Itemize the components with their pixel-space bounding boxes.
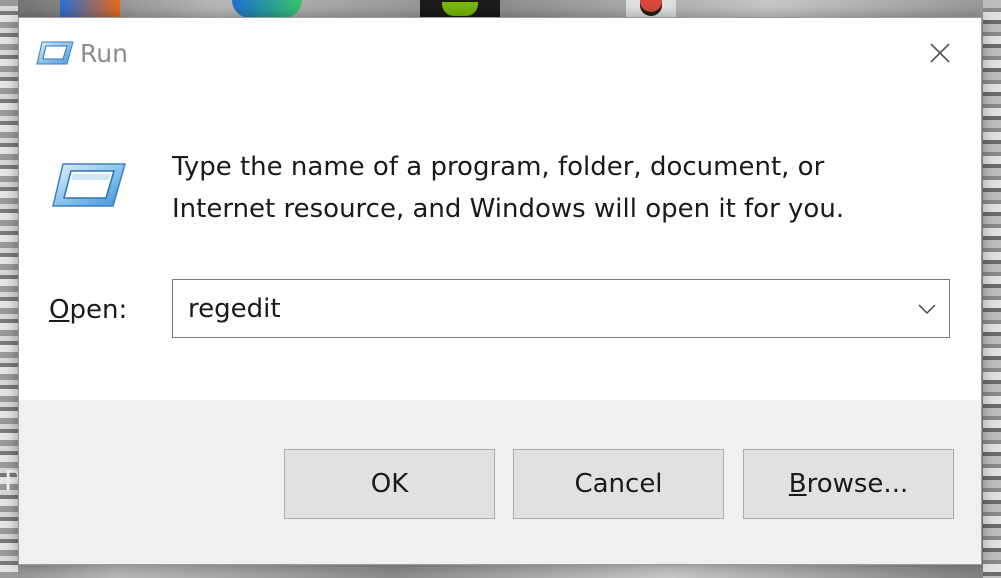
run-dialog: Run Type the name of a program, folder, … xyxy=(18,17,982,565)
browse-button-accelerator: B xyxy=(788,469,807,499)
window-title: Run xyxy=(80,39,128,68)
instruction-text: Type the name of a program, folder, docu… xyxy=(172,146,932,230)
button-bar: OK Cancel Browse... xyxy=(19,400,981,564)
ok-button[interactable]: OK xyxy=(284,449,495,519)
chevron-down-icon xyxy=(918,303,936,314)
ok-button-label: OK xyxy=(370,469,409,499)
desktop-background-right xyxy=(983,0,1001,578)
instruction-line-2: Internet resource, and Windows will open… xyxy=(172,194,845,224)
dialog-content: Type the name of a program, folder, docu… xyxy=(19,88,981,400)
desktop-app-icon[interactable] xyxy=(420,0,500,18)
desktop-app-icon[interactable] xyxy=(626,0,676,18)
open-label: Open: xyxy=(49,293,127,327)
cancel-button-label: Cancel xyxy=(574,469,663,499)
run-icon xyxy=(52,163,126,207)
open-combobox[interactable] xyxy=(172,279,950,338)
close-button[interactable] xyxy=(899,18,981,88)
browse-button[interactable]: Browse... xyxy=(743,449,954,519)
desktop-app-icon[interactable] xyxy=(232,0,302,18)
instruction-line-1: Type the name of a program, folder, docu… xyxy=(172,152,825,182)
open-label-text: pen: xyxy=(69,295,128,325)
open-input[interactable] xyxy=(173,280,893,337)
desktop-app-icon[interactable] xyxy=(60,0,120,18)
dropdown-button[interactable] xyxy=(905,280,949,337)
open-label-accelerator: O xyxy=(49,295,70,325)
close-icon xyxy=(930,43,950,63)
run-icon xyxy=(36,41,74,65)
browse-button-label: rowse... xyxy=(806,469,909,499)
cancel-button[interactable]: Cancel xyxy=(513,449,724,519)
title-bar[interactable]: Run xyxy=(19,18,981,88)
